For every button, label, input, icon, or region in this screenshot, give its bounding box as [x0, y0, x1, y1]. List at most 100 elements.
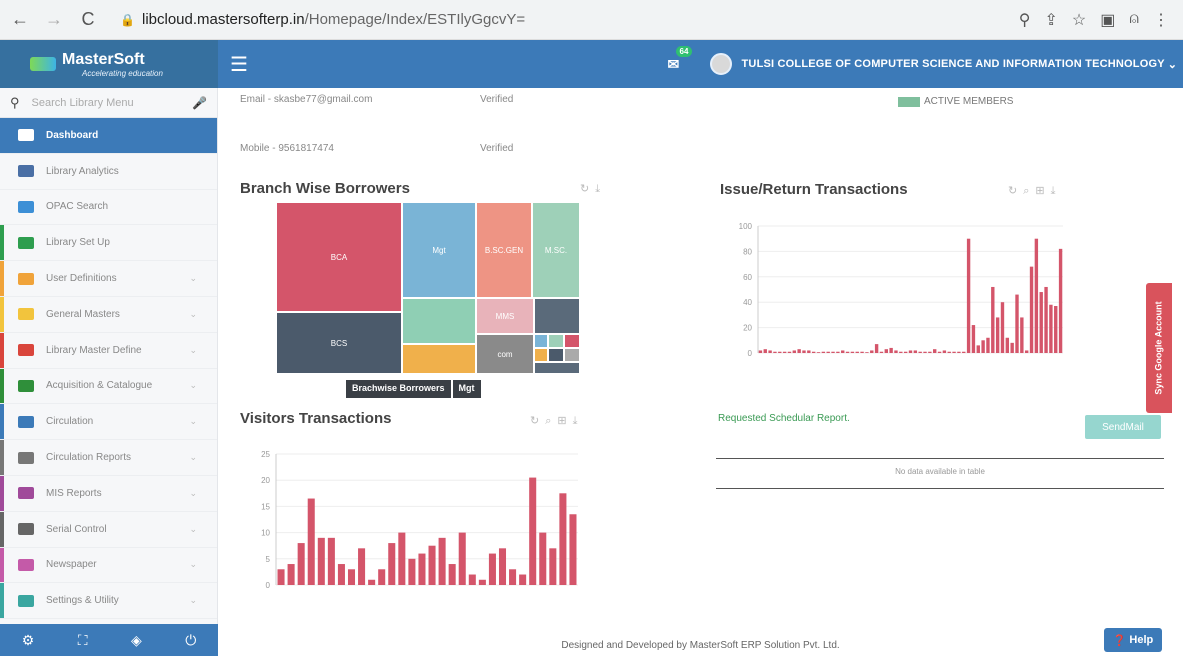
profile-icon[interactable]: ⍝ [1129, 10, 1139, 30]
bar[interactable] [1010, 342, 1014, 353]
bar[interactable] [1044, 286, 1048, 353]
bar[interactable] [388, 543, 396, 585]
bar[interactable] [1058, 248, 1063, 353]
bar[interactable] [928, 351, 932, 353]
treemap-tile[interactable] [402, 298, 476, 344]
bar[interactable] [378, 569, 386, 585]
bar[interactable] [559, 493, 567, 585]
bar[interactable] [773, 351, 777, 353]
bar[interactable] [865, 352, 869, 353]
sidebar-item-newspaper[interactable]: Newspaper ⌄ [0, 547, 217, 584]
bar[interactable] [519, 574, 527, 585]
treemap-tile[interactable]: com [476, 334, 534, 374]
bar[interactable] [889, 347, 893, 353]
bar[interactable] [277, 569, 285, 585]
bar[interactable] [398, 532, 406, 585]
sidebar-item-settings-utility[interactable]: Settings & Utility ⌄ [0, 583, 217, 620]
bar[interactable] [1039, 292, 1043, 353]
treemap-tile-small[interactable] [548, 334, 564, 348]
bar[interactable] [1034, 238, 1039, 353]
refresh-icon[interactable]: ↻ [1008, 185, 1023, 197]
power-icon[interactable]: ⏻ [185, 632, 196, 649]
bar[interactable] [317, 537, 325, 585]
zoom-icon[interactable]: ⚲ [1019, 10, 1031, 30]
gear-icon[interactable]: ⚙ [22, 632, 35, 649]
bar[interactable] [802, 350, 806, 353]
bar[interactable] [368, 579, 376, 585]
sidebar-item-general-masters[interactable]: General Masters ⌄ [0, 296, 217, 333]
bar[interactable] [1054, 306, 1058, 353]
bar[interactable] [287, 564, 295, 585]
zoom-icon[interactable]: ⌕ [545, 415, 557, 427]
treemap-tile-small[interactable] [534, 348, 548, 362]
bar[interactable] [509, 569, 517, 585]
sidebar-item-mis-reports[interactable]: MIS Reports ⌄ [0, 475, 217, 512]
bar[interactable] [821, 351, 826, 353]
treemap-tile[interactable]: B.SC.GEN [476, 202, 532, 298]
treemap-tile-small[interactable] [564, 348, 580, 362]
bar[interactable] [297, 543, 305, 585]
bar[interactable] [991, 286, 995, 353]
treemap-tile[interactable] [402, 344, 476, 374]
reload-icon[interactable]: C [74, 6, 102, 34]
bar[interactable] [923, 351, 927, 353]
bookmark-star-icon[interactable]: ☆ [1072, 10, 1086, 30]
sidebar-item-serial-control[interactable]: Serial Control ⌄ [0, 511, 217, 548]
sidebar-item-circulation-reports[interactable]: Circulation Reports ⌄ [0, 440, 217, 476]
chevron-down-icon[interactable]: ⌄ [1168, 58, 1177, 71]
bar[interactable] [549, 548, 557, 585]
treemap-tile[interactable]: BCA [276, 202, 402, 312]
sidebar-item-dashboard[interactable]: Dashboard [0, 118, 217, 154]
search-input[interactable]: Search Library Menu [32, 97, 134, 109]
bar[interactable] [933, 349, 937, 353]
sidebar-item-library-master-define[interactable]: Library Master Define ⌄ [0, 332, 217, 369]
bar[interactable] [918, 351, 922, 353]
bar[interactable] [488, 553, 496, 585]
bar[interactable] [937, 351, 942, 353]
bar[interactable] [787, 351, 792, 353]
bar[interactable] [327, 537, 335, 585]
bar[interactable] [903, 351, 908, 353]
bar[interactable] [899, 351, 903, 353]
fullscreen-icon[interactable]: ⛶ [78, 632, 88, 649]
bar[interactable] [337, 564, 345, 585]
college-name[interactable]: TULSI COLLEGE OF COMPUTER SCIENCE AND IN… [742, 58, 1165, 70]
share-icon[interactable]: ⇪ [1045, 10, 1058, 30]
treemap-tile[interactable] [534, 298, 580, 334]
sidebar-item-library-set-up[interactable]: Library Set Up [0, 225, 217, 262]
bar[interactable] [836, 351, 840, 353]
treemap-tile[interactable]: Mgt [402, 202, 476, 298]
treemap-tile-small[interactable] [534, 334, 548, 348]
bar[interactable] [458, 532, 466, 585]
sidebar-item-user-definitions[interactable]: User Definitions ⌄ [0, 261, 217, 297]
treemap-tile[interactable]: BCS [276, 312, 402, 374]
bar[interactable] [782, 351, 787, 353]
avatar[interactable] [709, 53, 732, 75]
bar[interactable] [1049, 304, 1053, 353]
zoom-icon[interactable]: ⌕ [1023, 185, 1035, 197]
bar[interactable] [358, 548, 366, 585]
bar[interactable] [428, 545, 436, 585]
bar[interactable] [841, 350, 845, 353]
forward-icon[interactable]: → [40, 6, 68, 34]
treemap-tile[interactable]: M.SC. [532, 202, 580, 298]
bar[interactable] [438, 537, 446, 585]
download-icon[interactable]: ⤓ [595, 183, 606, 195]
bar[interactable] [1005, 337, 1010, 353]
bar[interactable] [879, 351, 884, 353]
bar[interactable] [942, 350, 947, 353]
bar[interactable] [947, 351, 951, 353]
sidebar-item-acquisition-catalogue[interactable]: Acquisition & Catalogue ⌄ [0, 368, 217, 405]
bar[interactable] [347, 569, 356, 585]
bar[interactable] [768, 350, 772, 353]
bar[interactable] [498, 548, 507, 585]
breadcrumb-item[interactable]: Brachwise Borrowers [346, 380, 451, 398]
sidebar-item-library-analytics[interactable]: Library Analytics [0, 154, 217, 190]
bar[interactable] [908, 350, 913, 353]
bar[interactable] [971, 325, 976, 353]
bar[interactable] [418, 553, 426, 585]
sidebar-search[interactable]: ⚲ Search Library Menu 🎤 [0, 88, 217, 118]
eye-slash-icon[interactable]: ◈ [131, 632, 142, 649]
back-icon[interactable]: ← [6, 6, 34, 34]
bar[interactable] [478, 579, 486, 585]
